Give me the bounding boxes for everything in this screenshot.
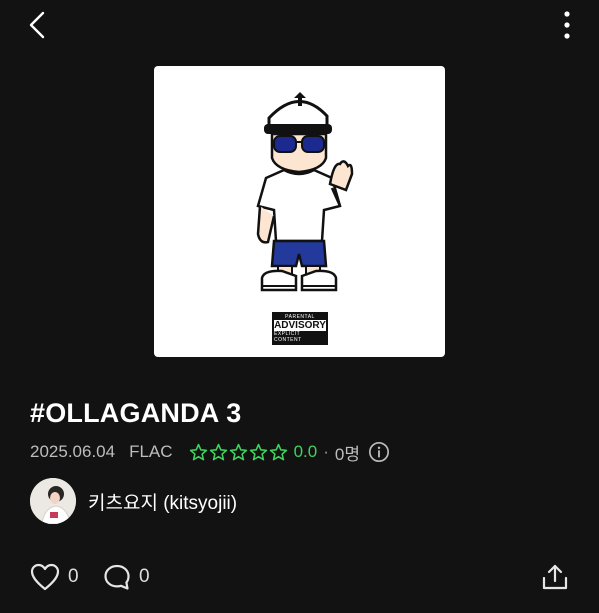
artist-row[interactable]: 키츠요지 (kitsyojii) xyxy=(30,477,237,525)
info-icon xyxy=(368,442,389,462)
like-button[interactable]: 0 xyxy=(30,560,79,594)
star-outline-icon xyxy=(249,443,267,460)
release-date: 2025.06.04 xyxy=(30,442,116,461)
comment-button[interactable]: 0 xyxy=(103,560,150,594)
heart-icon xyxy=(30,563,60,591)
comment-bubble-icon xyxy=(104,564,130,590)
advisory-line-2: ADVISORY xyxy=(274,320,326,331)
rating-count: 0명 xyxy=(334,444,360,464)
star-outline-icon xyxy=(209,443,227,460)
audio-format: FLAC xyxy=(129,442,173,461)
comment-count: 0 xyxy=(139,566,150,587)
share-icon xyxy=(542,564,568,590)
top-bar xyxy=(0,0,599,50)
album-meta-row: 2025.06.04 FLAC 0.0 · 0명 xyxy=(30,440,390,464)
artist-avatar-image xyxy=(30,478,76,524)
star-outline-icon xyxy=(229,443,247,460)
album-title: #OLLAGANDA 3 xyxy=(30,398,242,428)
back-arrow-icon xyxy=(29,11,45,39)
rating-stars[interactable] xyxy=(189,443,288,462)
star-outline-icon xyxy=(269,443,287,460)
share-button[interactable] xyxy=(541,560,569,594)
parental-advisory-label: PARENTAL ADVISORY EXPLICIT CONTENT xyxy=(272,312,328,345)
album-cover[interactable]: PARENTAL ADVISORY EXPLICIT CONTENT xyxy=(154,66,445,357)
rating-info-button[interactable] xyxy=(368,441,390,463)
rating-separator: · xyxy=(323,442,329,461)
like-count: 0 xyxy=(68,566,79,587)
advisory-line-3: EXPLICIT CONTENT xyxy=(274,331,326,343)
action-bar: 0 0 xyxy=(0,560,599,594)
back-button[interactable] xyxy=(22,8,52,42)
star-outline-icon xyxy=(189,443,207,460)
artist-name[interactable]: 키츠요지 (kitsyojii) xyxy=(88,488,237,515)
rating-value: 0.0 xyxy=(293,442,318,461)
artist-avatar[interactable] xyxy=(30,478,76,524)
more-options-button[interactable] xyxy=(557,8,577,42)
more-vertical-icon xyxy=(564,11,570,39)
